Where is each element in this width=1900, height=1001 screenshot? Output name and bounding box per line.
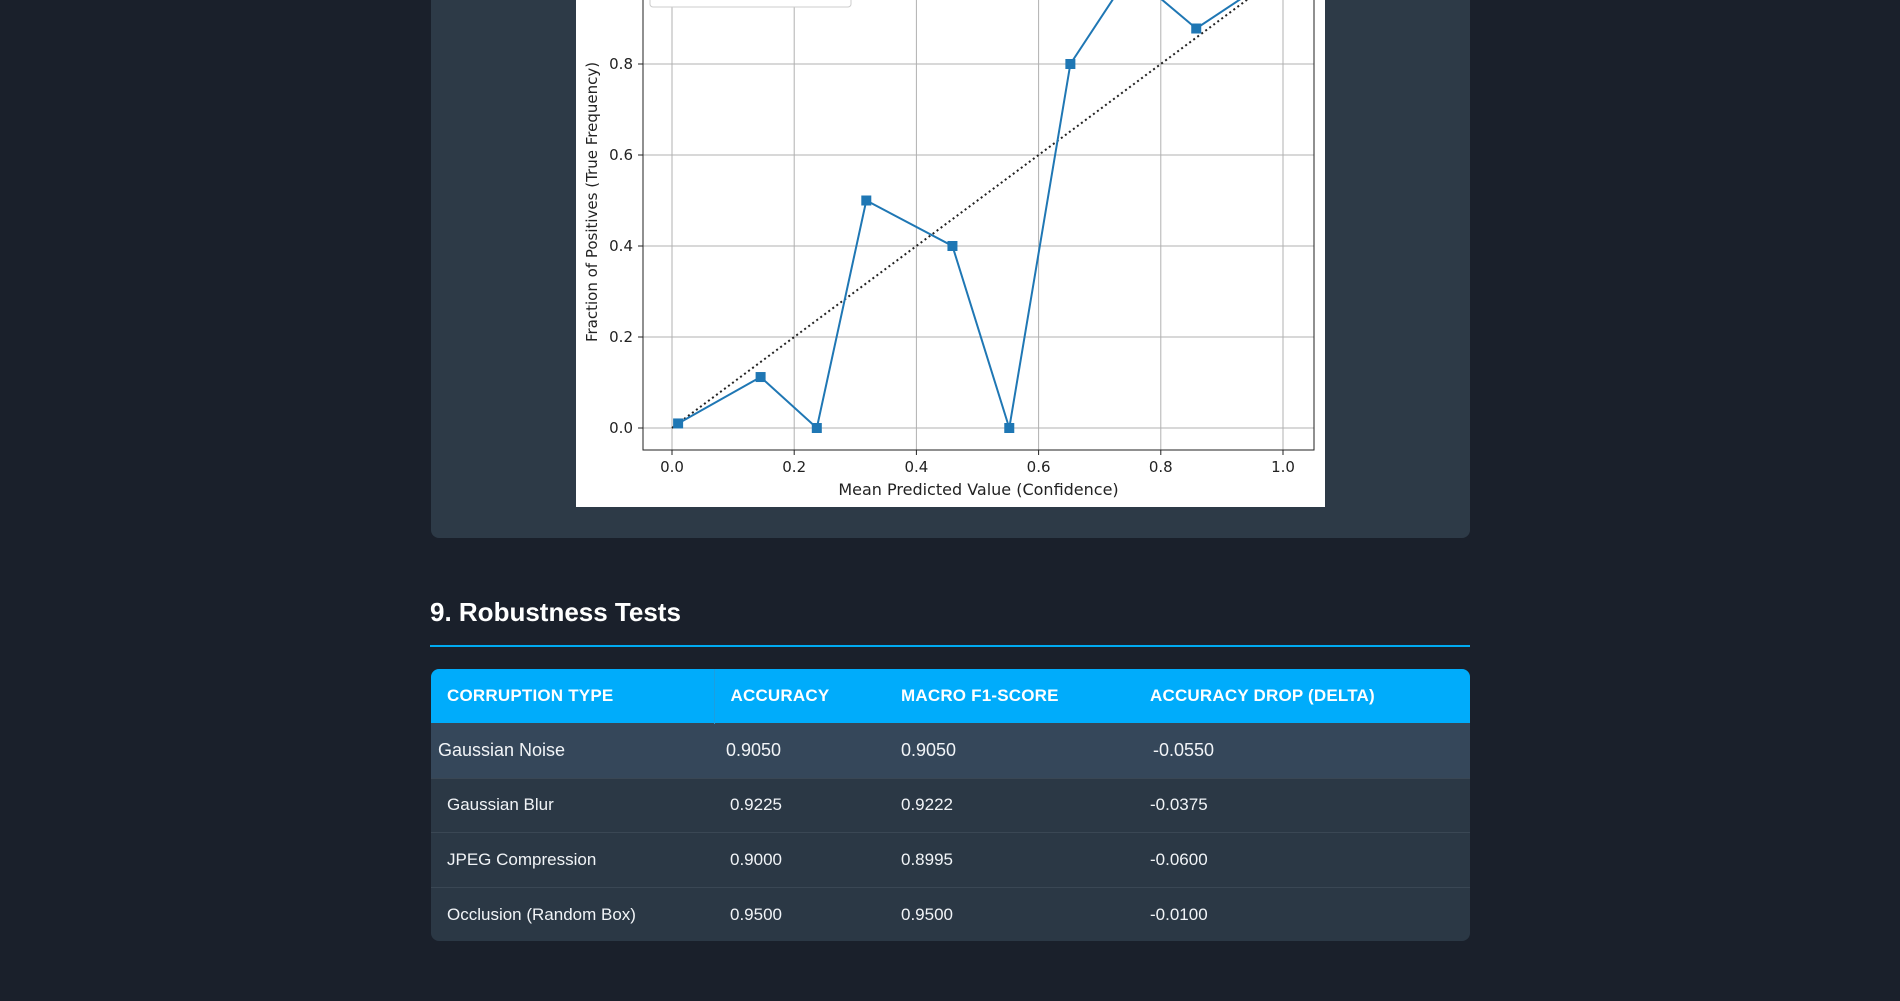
calibration-point [1065,59,1076,69]
header-macro-f1: MACRO F1-SCORE [901,685,1059,705]
header-accuracy: ACCURACY [730,685,830,705]
x-tick-label: 0.0 [660,458,684,476]
robustness-table: CORRUPTION TYPE ACCURACY MACRO F1-SCORE … [431,669,1470,941]
table-row[interactable]: Occlusion (Random Box) 0.9500 0.9500 -0.… [431,887,1470,941]
cell-accuracy-drop: -0.0100 [1150,904,1208,924]
calibration-point [673,418,684,429]
cell-accuracy-drop: -0.0600 [1150,849,1208,869]
cell-accuracy-drop: -0.0550 [1153,740,1215,760]
cell-accuracy: 0.9000 [730,849,782,869]
cell-macro-f1: 0.9222 [901,795,953,815]
calibration-point [861,195,872,206]
y-tick-label: 0.2 [609,328,633,346]
calibration-point [1004,423,1015,433]
calibration-point [1191,23,1202,34]
calibration-plot-svg: 0.0 0.2 0.4 0.6 0.8 1.0 0.0 0.2 0.4 0.6 0.8 Mean Pr… [583,0,1315,499]
cell-corruption-type: Occlusion (Random Box) [447,904,636,924]
header-corruption-type: CORRUPTION TYPE [431,669,715,723]
calibration-plot: 0.0 0.2 0.4 0.6 0.8 1.0 0.0 0.2 0.4 0.6 0.8 Mean Pr… [576,0,1325,507]
x-tick-label: 1.0 [1271,458,1295,476]
table-row[interactable]: JPEG Compression 0.9000 0.8995 -0.0600 [431,832,1470,888]
cell-accuracy-drop: -0.0375 [1150,795,1208,815]
calibration-point [755,372,766,383]
cell-macro-f1: 0.8995 [901,849,953,869]
x-tick-label: 0.6 [1027,458,1051,476]
table-row[interactable]: Gaussian Blur 0.9225 0.9222 -0.0375 [431,778,1470,833]
section-divider [430,645,1470,647]
calibration-point [811,423,822,433]
y-tick-label: 0.8 [609,55,633,73]
calibration-point [947,241,958,251]
y-tick-label: 0.6 [609,146,633,164]
cell-accuracy: 0.9500 [730,904,782,924]
table-row[interactable]: Gaussian Noise 0.9050 0.9050 -0.0550 [431,723,1470,778]
x-axis-label: Mean Predicted Value (Confidence) [838,480,1118,499]
y-tick-label: 0.0 [609,419,633,437]
cell-macro-f1: 0.9050 [901,740,957,760]
x-tick-label: 0.8 [1149,458,1173,476]
legend-box [649,0,852,8]
cell-corruption-type: Gaussian Blur [447,795,554,815]
y-tick-label: 0.4 [609,237,633,255]
cell-accuracy: 0.9225 [730,795,782,815]
x-tick-label: 0.4 [904,458,928,476]
section-title: 9. Robustness Tests [430,597,681,627]
axes-frame [642,0,1315,451]
table-header-row: CORRUPTION TYPE ACCURACY MACRO F1-SCORE … [431,669,1470,723]
cell-macro-f1: 0.9500 [901,904,953,924]
x-tick-label: 0.2 [782,458,806,476]
y-axis-label: Fraction of Positives (True Frequency) [583,62,601,342]
cell-corruption-type: Gaussian Noise [438,740,566,760]
header-accuracy-drop: ACCURACY DROP (DELTA) [1150,685,1375,705]
cell-accuracy: 0.9050 [726,740,782,760]
cell-corruption-type: JPEG Compression [447,849,597,869]
